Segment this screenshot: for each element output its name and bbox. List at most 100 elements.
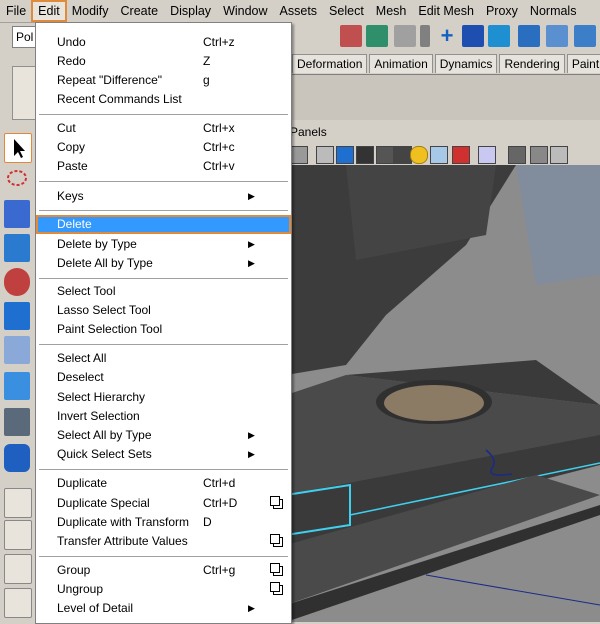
select-tool-icon[interactable] (4, 133, 32, 163)
menu-window[interactable]: Window (217, 1, 273, 21)
menu-proxy[interactable]: Proxy (480, 1, 524, 21)
single-perspective-layout-icon[interactable] (4, 488, 32, 518)
menu-normals[interactable]: Normals (524, 1, 583, 21)
menu-assets[interactable]: Assets (274, 1, 324, 21)
wireframe-icon[interactable] (290, 146, 308, 164)
menu-item-deselect[interactable]: Deselect (36, 368, 291, 387)
menu-display[interactable]: Display (164, 1, 217, 21)
status-line-toolbar: + (290, 22, 600, 52)
ipr-render-icon[interactable] (574, 25, 596, 47)
menu-item-label: Repeat "Difference" (57, 73, 163, 87)
menu-item-level-of-detail[interactable]: Level of Detail ▶ (36, 599, 291, 618)
last-tool-icon[interactable] (4, 444, 30, 472)
menu-item-label: Keys (57, 189, 84, 203)
snap-surface-icon[interactable] (488, 25, 510, 47)
grid-icon[interactable] (508, 146, 526, 164)
wireframe-cube-icon[interactable] (316, 146, 334, 164)
menu-item-paint-selection-tool[interactable]: Paint Selection Tool (36, 320, 291, 339)
option-box-icon[interactable] (270, 563, 283, 576)
menu-item-copy[interactable]: Copy Ctrl+c (36, 138, 291, 157)
camera-icon[interactable] (530, 146, 548, 164)
layout-control[interactable] (12, 66, 36, 120)
menu-item-group[interactable]: Group Ctrl+g (36, 561, 291, 580)
isolate-select-icon[interactable] (478, 146, 496, 164)
menu-item-ungroup[interactable]: Ungroup (36, 580, 291, 599)
divider-handle-icon (420, 25, 430, 47)
menu-item-label: Select All by Type (57, 428, 152, 442)
menu-edit-mesh[interactable]: Edit Mesh (412, 1, 480, 21)
tab-animation[interactable]: Animation (369, 54, 433, 73)
tab-rendering[interactable]: Rendering (499, 54, 565, 73)
option-box-icon[interactable] (270, 582, 283, 595)
move-tool-icon[interactable] (4, 234, 30, 262)
persp-graph-layout-icon[interactable] (4, 554, 32, 584)
tab-deformation[interactable]: Deformation (292, 54, 368, 73)
soft-mod-icon[interactable] (4, 372, 30, 400)
menu-item-repeat[interactable]: Repeat "Difference" g (36, 71, 291, 90)
option-box-icon[interactable] (270, 496, 283, 509)
light-bulb-icon[interactable] (410, 146, 428, 164)
component-mode-icon[interactable] (394, 25, 416, 47)
menu-mesh[interactable]: Mesh (370, 1, 413, 21)
menu-item-paste[interactable]: Paste Ctrl+v (36, 157, 291, 176)
four-view-layout-icon[interactable] (4, 520, 32, 550)
menu-item-label: Redo (57, 54, 86, 68)
menu-item-label: Quick Select Sets (57, 447, 152, 461)
shadows-icon[interactable] (452, 146, 470, 164)
universal-manip-icon[interactable] (4, 336, 30, 364)
smooth-shade-icon[interactable] (336, 146, 354, 164)
show-manip-icon[interactable] (4, 408, 30, 436)
menu-item-label: Duplicate (57, 476, 108, 490)
film-gate-icon[interactable] (550, 146, 568, 164)
tool-box (0, 128, 36, 622)
menu-item-delete-by-type[interactable]: Delete by Type ▶ (36, 235, 291, 254)
paint-select-icon[interactable] (4, 200, 30, 228)
snap-curve-icon[interactable] (462, 25, 484, 47)
menu-item-undo[interactable]: Undo Ctrl+z (36, 33, 291, 52)
menu-item-select-all-by-type[interactable]: Select All by Type ▶ (36, 426, 291, 445)
shaded-cube-icon[interactable] (356, 146, 374, 164)
tab-dynamics[interactable]: Dynamics (434, 54, 498, 73)
menu-item-cut[interactable]: Cut Ctrl+x (36, 119, 291, 138)
menu-modify[interactable]: Modify (66, 1, 115, 21)
hypershade-icon[interactable] (546, 25, 568, 47)
menu-item-delete[interactable]: Delete (36, 215, 291, 234)
tab-painteffects[interactable]: PaintEffe (566, 54, 600, 73)
menu-item-keys[interactable]: Keys ▶ (36, 187, 291, 206)
menu-item-lasso-select-tool[interactable]: Lasso Select Tool (36, 301, 291, 320)
rotate-tool-icon[interactable] (4, 268, 30, 296)
menu-edit[interactable]: Edit (31, 0, 67, 22)
menu-separator (39, 114, 288, 115)
select-by-hierarchy-icon[interactable] (340, 25, 362, 47)
menu-item-transfer-attribute-values[interactable]: Transfer Attribute Values (36, 532, 291, 551)
xray-icon[interactable] (430, 146, 448, 164)
menu-item-redo[interactable]: Redo Z (36, 52, 291, 71)
menu-select[interactable]: Select (323, 1, 370, 21)
menu-file[interactable]: File (0, 1, 32, 21)
persp-outliner-layout-icon[interactable] (4, 588, 32, 618)
menu-separator (39, 210, 288, 211)
lasso-tool-icon[interactable] (4, 166, 30, 194)
textured-icon[interactable] (376, 146, 394, 164)
select-by-object-icon[interactable] (366, 25, 388, 47)
menu-item-recent-commands[interactable]: Recent Commands List (36, 90, 291, 109)
menu-item-select-tool[interactable]: Select Tool (36, 282, 291, 301)
menu-item-duplicate[interactable]: Duplicate Ctrl+d (36, 474, 291, 493)
menu-item-quick-select-sets[interactable]: Quick Select Sets ▶ (36, 445, 291, 464)
option-box-icon[interactable] (270, 534, 283, 547)
menu-create[interactable]: Create (115, 1, 165, 21)
menu-item-shortcut: Ctrl+g (203, 563, 236, 577)
menu-item-select-all[interactable]: Select All (36, 349, 291, 368)
menu-item-label: Paint Selection Tool (57, 322, 163, 336)
menu-item-label: Transfer Attribute Values (57, 534, 188, 548)
menu-item-invert-selection[interactable]: Invert Selection (36, 407, 291, 426)
scale-tool-icon[interactable] (4, 302, 30, 330)
menu-item-select-hierarchy[interactable]: Select Hierarchy (36, 388, 291, 407)
panels-menu[interactable]: Panels (290, 125, 327, 139)
render-view-icon[interactable] (518, 25, 540, 47)
menu-item-duplicate-with-transform[interactable]: Duplicate with Transform D (36, 513, 291, 532)
perspective-viewport[interactable] (286, 165, 600, 622)
menu-item-duplicate-special[interactable]: Duplicate Special Ctrl+D (36, 494, 291, 513)
menu-item-delete-all-by-type[interactable]: Delete All by Type ▶ (36, 254, 291, 273)
plus-icon[interactable]: + (436, 25, 458, 47)
